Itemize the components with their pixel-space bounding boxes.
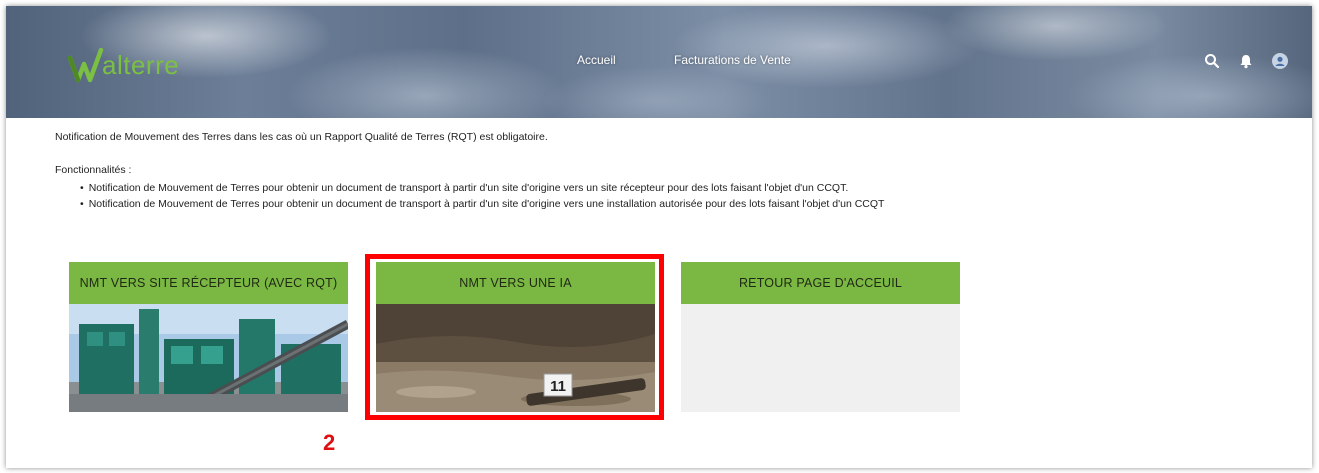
features-title: Fonctionnalités :	[55, 164, 132, 176]
brand-name: alterre	[102, 50, 180, 80]
tile-retour-accueil[interactable]: RETOUR PAGE D'ACCEUIL	[681, 262, 960, 412]
feature-item: Notification de Mouvement de Terres pour…	[80, 196, 885, 212]
features-list: Notification de Mouvement de Terres pour…	[80, 180, 885, 212]
annotation-step-number: 2	[323, 430, 336, 455]
tile-title[interactable]: NMT VERS SITE RÉCEPTEUR (AVEC RQT)	[69, 262, 348, 304]
bell-icon[interactable]	[1238, 53, 1254, 69]
feature-item: Notification de Mouvement de Terres pour…	[80, 180, 884, 196]
user-avatar-icon[interactable]	[1272, 53, 1288, 69]
walterre-w-icon	[68, 47, 104, 83]
annotation-highlight-box	[365, 254, 664, 420]
app-window: alterre Accueil Facturations de Vente No…	[6, 6, 1312, 468]
nav-accueil[interactable]: Accueil	[577, 53, 616, 67]
search-icon[interactable]	[1204, 53, 1220, 69]
page-description: Notification de Mouvement des Terres dan…	[55, 131, 548, 143]
brand-logo[interactable]: alterre	[68, 44, 179, 84]
tile-title[interactable]: RETOUR PAGE D'ACCEUIL	[681, 262, 960, 304]
tile-nmt-site-recepteur[interactable]: NMT VERS SITE RÉCEPTEUR (AVEC RQT)	[69, 262, 348, 412]
header-banner: alterre Accueil Facturations de Vente	[6, 6, 1312, 118]
nav-facturations-de-vente[interactable]: Facturations de Vente	[674, 53, 791, 67]
industrial-plant-photo[interactable]	[69, 304, 348, 412]
